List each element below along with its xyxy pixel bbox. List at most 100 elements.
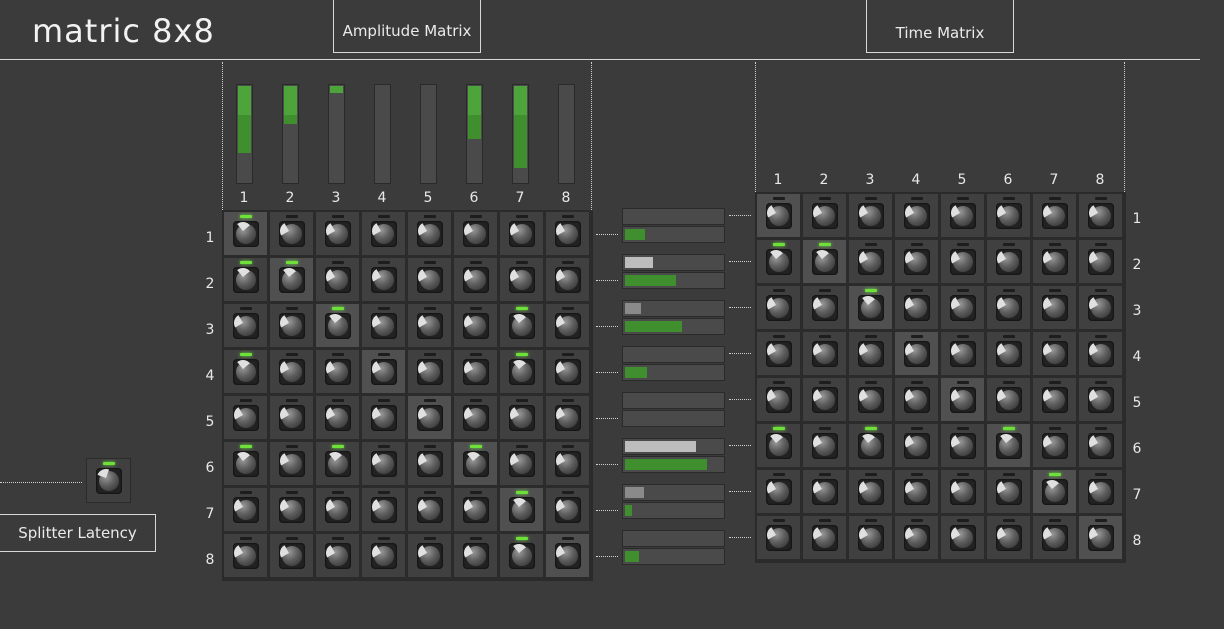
cell-knob[interactable] [276,221,305,247]
matrix-cell[interactable] [1032,377,1077,422]
cell-knob[interactable] [993,203,1022,229]
matrix-cell[interactable] [848,423,893,468]
matrix-cell[interactable] [756,331,801,376]
matrix-cell[interactable] [894,193,939,238]
matrix-cell[interactable] [986,285,1031,330]
cell-knob[interactable] [1085,433,1114,459]
matrix-cell[interactable] [315,211,360,256]
matrix-cell[interactable] [894,423,939,468]
matrix-cell[interactable] [453,441,498,486]
cell-knob[interactable] [855,203,884,229]
cell-knob[interactable] [506,221,535,247]
cell-knob[interactable] [993,525,1022,551]
cell-knob[interactable] [368,267,397,293]
cell-knob[interactable] [414,313,443,339]
matrix-cell[interactable] [407,211,452,256]
cell-knob[interactable] [322,267,351,293]
cell-knob[interactable] [552,543,581,569]
cell-knob[interactable] [947,479,976,505]
matrix-cell[interactable] [315,441,360,486]
cell-knob[interactable] [809,433,838,459]
matrix-cell[interactable] [940,377,985,422]
matrix-cell[interactable] [361,441,406,486]
cell-knob[interactable] [368,497,397,523]
matrix-cell[interactable] [499,533,544,578]
cell-knob[interactable] [766,246,792,275]
matrix-cell[interactable] [802,423,847,468]
matrix-cell[interactable] [1078,469,1123,514]
matrix-cell[interactable] [940,285,985,330]
cell-knob[interactable] [1085,203,1114,229]
cell-knob[interactable] [947,341,976,367]
cell-knob[interactable] [855,479,884,505]
matrix-cell[interactable] [545,487,590,532]
matrix-cell[interactable] [894,469,939,514]
matrix-cell[interactable] [499,211,544,256]
cell-knob[interactable] [1085,341,1114,367]
cell-knob[interactable] [809,387,838,413]
cell-knob[interactable] [233,448,259,477]
matrix-cell[interactable] [499,441,544,486]
cell-knob[interactable] [947,249,976,275]
matrix-cell[interactable] [1032,469,1077,514]
matrix-cell[interactable] [802,377,847,422]
time-matrix-tab[interactable]: Time Matrix [866,0,1014,53]
cell-knob[interactable] [901,341,930,367]
cell-knob[interactable] [901,479,930,505]
cell-knob[interactable] [812,246,838,275]
cell-knob[interactable] [509,310,535,339]
matrix-cell[interactable] [269,533,314,578]
cell-knob[interactable] [993,387,1022,413]
matrix-cell[interactable] [361,211,406,256]
cell-knob[interactable] [322,359,351,385]
cell-knob[interactable] [460,267,489,293]
cell-knob[interactable] [414,497,443,523]
matrix-cell[interactable] [315,395,360,440]
matrix-cell[interactable] [848,285,893,330]
cell-knob[interactable] [509,494,535,523]
matrix-cell[interactable] [269,487,314,532]
cell-knob[interactable] [460,497,489,523]
cell-knob[interactable] [230,543,259,569]
matrix-cell[interactable] [986,515,1031,560]
cell-knob[interactable] [947,525,976,551]
cell-knob[interactable] [509,540,535,569]
cell-knob[interactable] [1085,295,1114,321]
cell-knob[interactable] [993,341,1022,367]
cell-knob[interactable] [947,295,976,321]
cell-knob[interactable] [414,405,443,431]
cell-knob[interactable] [368,359,397,385]
cell-knob[interactable] [1039,433,1068,459]
matrix-cell[interactable] [756,423,801,468]
matrix-cell[interactable] [223,349,268,394]
matrix-cell[interactable] [453,303,498,348]
cell-knob[interactable] [276,405,305,431]
cell-knob[interactable] [322,543,351,569]
cell-knob[interactable] [763,295,792,321]
splitter-latency-button[interactable]: Splitter Latency [0,514,156,552]
matrix-cell[interactable] [1032,515,1077,560]
matrix-cell[interactable] [802,515,847,560]
matrix-cell[interactable] [940,515,985,560]
matrix-cell[interactable] [223,257,268,302]
cell-knob[interactable] [1042,476,1068,505]
matrix-cell[interactable] [315,349,360,394]
matrix-cell[interactable] [315,303,360,348]
cell-knob[interactable] [947,387,976,413]
matrix-cell[interactable] [802,469,847,514]
cell-knob[interactable] [552,313,581,339]
matrix-cell[interactable] [453,257,498,302]
cell-knob[interactable] [414,221,443,247]
matrix-cell[interactable] [1032,331,1077,376]
cell-knob[interactable] [230,313,259,339]
cell-knob[interactable] [276,313,305,339]
cell-knob[interactable] [993,295,1022,321]
matrix-cell[interactable] [986,377,1031,422]
cell-knob[interactable] [1085,387,1114,413]
cell-knob[interactable] [279,264,305,293]
matrix-cell[interactable] [1078,239,1123,284]
cell-knob[interactable] [414,543,443,569]
matrix-cell[interactable] [848,377,893,422]
matrix-cell[interactable] [1078,193,1123,238]
cell-knob[interactable] [1039,295,1068,321]
